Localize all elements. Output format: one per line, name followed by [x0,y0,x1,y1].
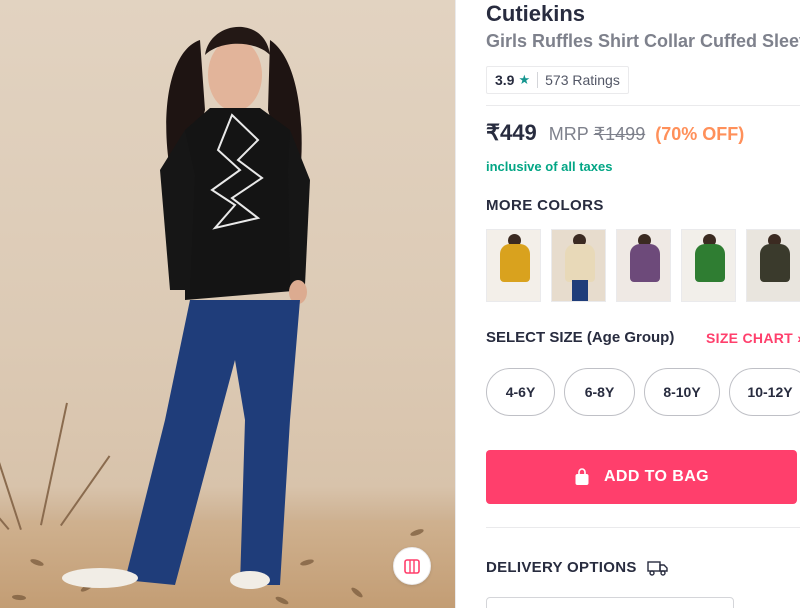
selling-price: ₹449 [486,120,537,145]
divider [486,105,800,106]
product-image[interactable] [0,0,455,608]
size-chart-link[interactable]: SIZE CHART › [706,330,800,346]
view-similar-icon [404,559,420,574]
price-row: ₹449 MRP ₹1499 (70% OFF) [486,120,744,146]
mrp-block: MRP ₹1499 [549,124,646,145]
discount-label: (70% OFF) [655,124,745,144]
image-divider [455,0,456,608]
add-to-bag-button[interactable]: ADD TO BAG [486,450,797,504]
product-title: Girls Ruffles Shirt Collar Cuffed Sleeve… [486,31,800,51]
color-swatch-list [486,229,800,302]
color-swatch[interactable] [616,229,671,302]
star-icon: ★ [518,72,531,87]
bag-icon [575,468,589,485]
truck-icon [646,560,668,576]
view-similar-button[interactable] [393,547,431,585]
size-option[interactable]: 4-6Y [486,368,555,416]
add-to-bag-label: ADD TO BAG [603,468,710,485]
color-swatch[interactable] [681,229,736,302]
product-info-panel: Cutiekins Girls Ruffles Shirt Collar Cuf… [486,0,800,608]
color-swatch[interactable] [551,229,606,302]
brand-name[interactable]: Cutiekins [486,1,585,27]
divider [486,527,800,528]
delivery-options-label: DELIVERY OPTIONS [486,559,637,576]
rating-value: 3.9 [495,72,515,88]
mrp-label: MRP [548,124,589,144]
model-figure [62,26,310,589]
select-size-heading: SELECT SIZE (Age Group) [486,329,675,346]
color-swatch[interactable] [486,229,541,302]
tax-note: inclusive of all taxes [486,159,613,174]
size-option[interactable]: 8-10Y [644,368,720,416]
pincode-input[interactable] [486,597,734,608]
rating-separator [537,72,539,88]
size-option[interactable]: 6-8Y [564,368,635,416]
mrp-value: ₹1499 [593,124,646,144]
rating-badge[interactable]: 3.9 ★ 573 Ratings [486,66,629,94]
color-swatch[interactable] [746,229,800,302]
more-colors-heading: MORE COLORS [486,197,604,214]
size-options: 4-6Y 6-8Y 8-10Y 10-12Y [486,368,800,416]
size-option[interactable]: 10-12Y [729,368,800,416]
rating-count: 573 Ratings [545,72,620,88]
delivery-options-heading: DELIVERY OPTIONS [486,559,669,576]
